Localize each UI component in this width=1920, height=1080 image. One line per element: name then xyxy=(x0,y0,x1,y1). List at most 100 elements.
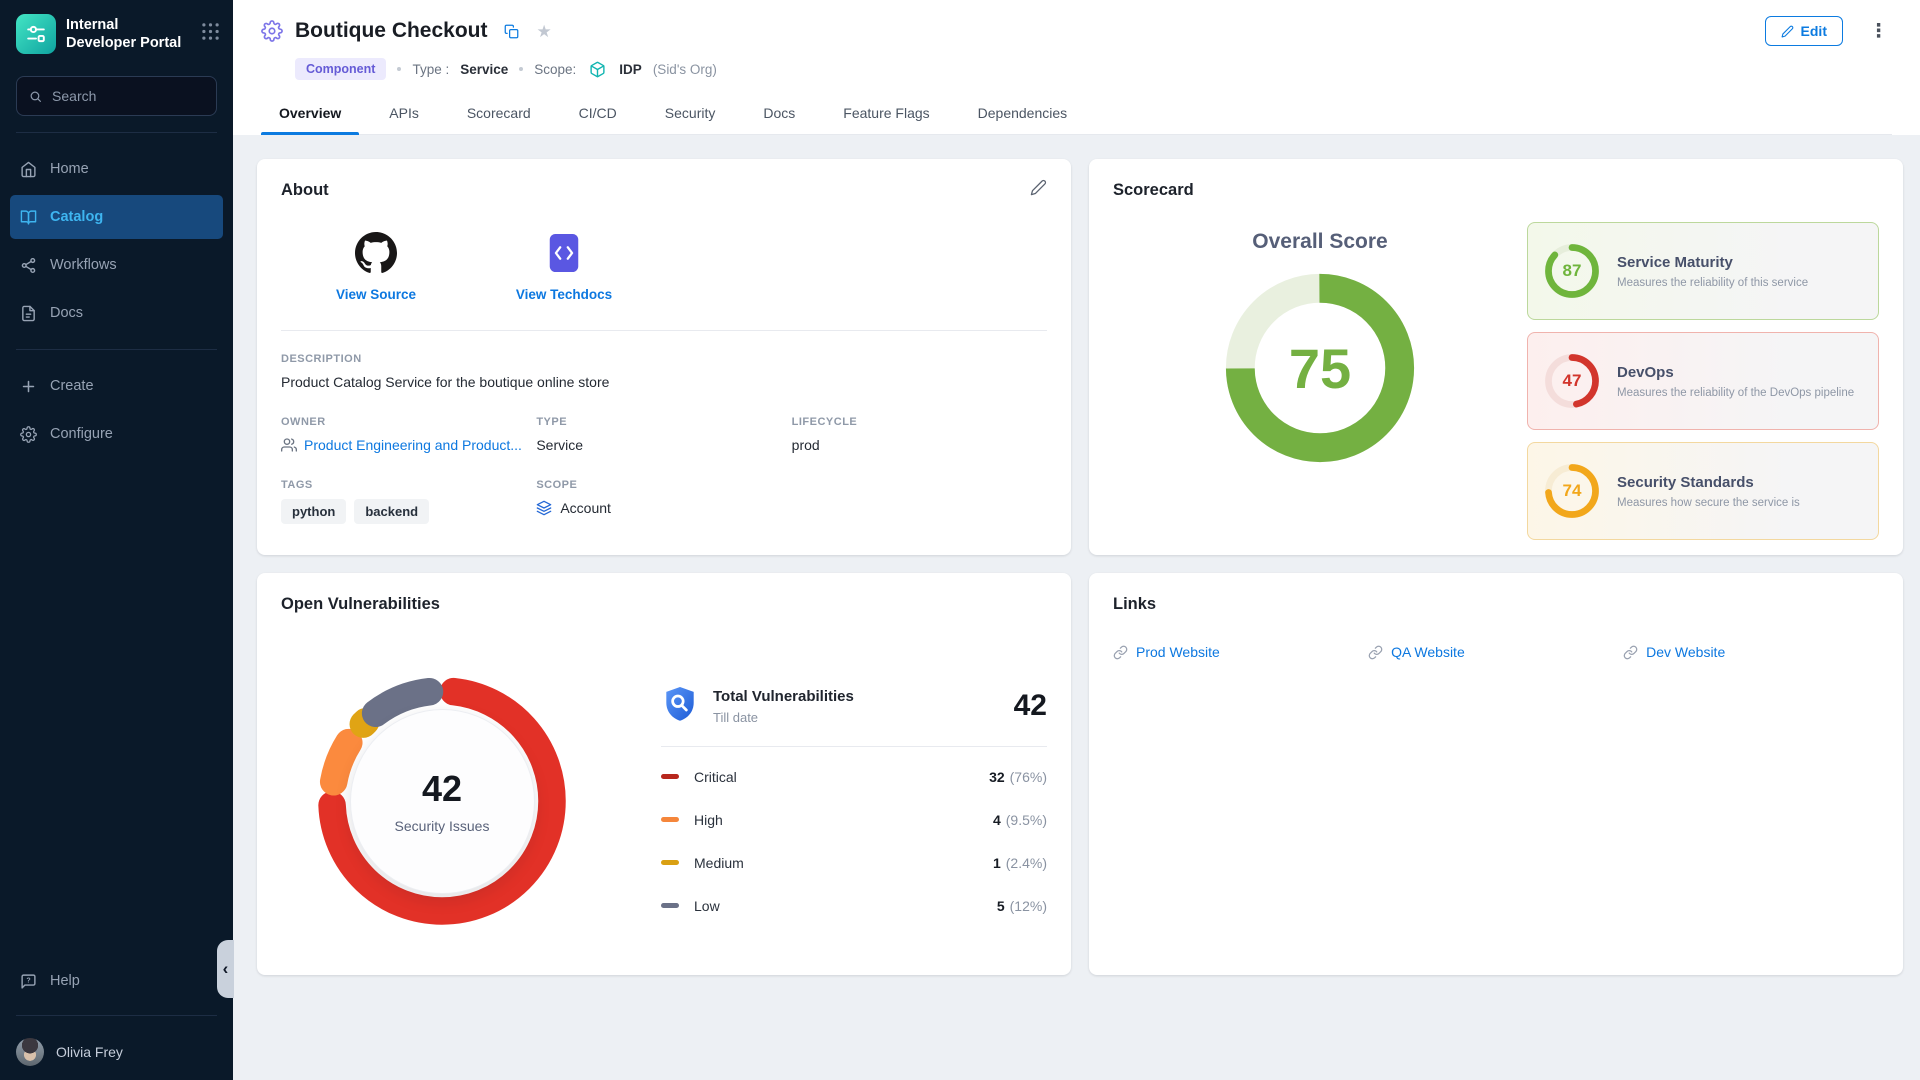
tab-bar: Overview APIs Scorecard CI/CD Security D… xyxy=(261,94,1892,135)
description-label: DESCRIPTION xyxy=(281,353,1047,365)
tab-cicd[interactable]: CI/CD xyxy=(561,94,635,134)
scorecard-item-devops[interactable]: 47 DevOps Measures the reliability of th… xyxy=(1527,332,1879,430)
scorecard-title: Scorecard xyxy=(1113,181,1879,200)
kebab-menu-icon[interactable]: ⋮ xyxy=(1865,20,1892,43)
gear-icon xyxy=(20,426,37,443)
link-icon xyxy=(1113,645,1128,660)
sidebar-item-help[interactable]: ? Help xyxy=(10,959,223,1003)
sidebar: Internal Developer Portal Home Catalog xyxy=(0,0,233,1080)
tab-docs[interactable]: Docs xyxy=(745,94,813,134)
techdocs-icon xyxy=(545,232,583,274)
divider xyxy=(16,132,217,133)
sidebar-item-workflows[interactable]: Workflows xyxy=(10,243,223,287)
svg-text:?: ? xyxy=(26,976,30,984)
edit-button[interactable]: Edit xyxy=(1765,16,1843,46)
vulnerabilities-card: Open Vulnerabilities 42 Security Issues xyxy=(257,573,1071,975)
total-vulnerabilities-period: Till date xyxy=(713,710,854,725)
mini-donut: 87 xyxy=(1544,243,1600,299)
mini-donut: 74 xyxy=(1544,463,1600,519)
sidebar-collapse-handle[interactable]: ‹ xyxy=(217,940,234,998)
sidebar-item-label: Catalog xyxy=(50,209,103,225)
scope-value[interactable]: IDP xyxy=(619,62,642,77)
entity-meta: Component Type : Service Scope: IDP (Sid… xyxy=(295,58,1892,80)
avatar xyxy=(16,1038,44,1066)
layers-icon xyxy=(536,500,552,516)
user-menu[interactable]: Olivia Frey xyxy=(0,1028,233,1066)
sidebar-item-label: Workflows xyxy=(50,257,117,273)
vulnerabilities-legend: Critical 32 (76%) High 4 (9.5%) Me xyxy=(661,755,1047,927)
about-card: About View Source xyxy=(257,159,1071,555)
tab-feature-flags[interactable]: Feature Flags xyxy=(825,94,947,134)
page-title: Boutique Checkout xyxy=(295,19,488,43)
search-box[interactable] xyxy=(16,76,217,116)
search-input[interactable] xyxy=(52,88,204,104)
chevron-left-icon: ‹ xyxy=(223,959,229,979)
security-issues-label: Security Issues xyxy=(395,818,490,834)
dot-separator xyxy=(397,67,401,71)
cube-icon xyxy=(589,61,606,78)
mini-score-desc: Measures how secure the service is xyxy=(1617,497,1800,509)
mini-score-name: Security Standards xyxy=(1617,474,1800,491)
link-dev-website[interactable]: Dev Website xyxy=(1623,644,1878,660)
link-icon xyxy=(1623,645,1638,660)
sidebar-item-create[interactable]: Create xyxy=(10,364,223,408)
view-source-link[interactable]: View Source xyxy=(311,232,441,302)
sidebar-item-label: Create xyxy=(50,378,94,394)
about-title: About xyxy=(281,181,1047,200)
legend-dash xyxy=(661,860,679,865)
sidebar-item-docs[interactable]: Docs xyxy=(10,291,223,335)
sidebar-item-home[interactable]: Home xyxy=(10,147,223,191)
component-gear-icon xyxy=(261,20,283,42)
tab-apis[interactable]: APIs xyxy=(371,94,437,134)
vulnerabilities-donut: 42 Security Issues xyxy=(317,676,567,926)
mini-score-value: 47 xyxy=(1563,371,1582,391)
legend-row-medium: Medium 1 (2.4%) xyxy=(661,841,1047,884)
main-content: Boutique Checkout ★ Edit ⋮ Component xyxy=(233,0,1920,1080)
divider xyxy=(661,746,1047,747)
home-icon xyxy=(20,161,37,178)
link-qa-website[interactable]: QA Website xyxy=(1368,644,1623,660)
sidebar-item-configure[interactable]: Configure xyxy=(10,412,223,456)
copy-icon[interactable] xyxy=(504,24,519,39)
mini-score-name: Service Maturity xyxy=(1617,254,1808,271)
legend-row-low: Low 5 (12%) xyxy=(661,884,1047,927)
github-icon xyxy=(355,232,397,274)
sidebar-item-label: Help xyxy=(50,973,80,989)
sidebar-item-label: Docs xyxy=(50,305,83,321)
pencil-icon xyxy=(1781,25,1794,38)
tab-dependencies[interactable]: Dependencies xyxy=(960,94,1086,134)
tab-scorecard[interactable]: Scorecard xyxy=(449,94,549,134)
users-icon xyxy=(281,437,297,453)
legend-dash xyxy=(661,774,679,779)
tag-chip[interactable]: python xyxy=(281,499,346,524)
plus-icon xyxy=(20,378,37,395)
apps-grid-icon[interactable] xyxy=(202,23,219,45)
about-edit-icon[interactable] xyxy=(1030,179,1047,201)
type-value: Service xyxy=(460,62,508,77)
lifecycle-field: LIFECYCLE prod xyxy=(792,416,1047,453)
legend-row-critical: Critical 32 (76%) xyxy=(661,755,1047,798)
description-value: Product Catalog Service for the boutique… xyxy=(281,374,1047,390)
owner-link[interactable]: Product Engineering and Product... xyxy=(304,437,522,453)
mini-donut: 47 xyxy=(1544,353,1600,409)
scorecard-item-service-maturity[interactable]: 87 Service Maturity Measures the reliabi… xyxy=(1527,222,1879,320)
mini-score-value: 74 xyxy=(1563,481,1582,501)
idp-logo xyxy=(16,14,56,54)
view-techdocs-link[interactable]: View Techdocs xyxy=(499,232,629,302)
total-vulnerabilities-value: 42 xyxy=(1014,689,1047,723)
sidebar-item-catalog[interactable]: Catalog xyxy=(10,195,223,239)
mini-score-desc: Measures the reliability of this service xyxy=(1617,277,1808,289)
dot-separator xyxy=(519,67,523,71)
star-icon[interactable]: ★ xyxy=(537,23,552,40)
links-card: Links Prod Website QA Website xyxy=(1089,573,1903,975)
scorecard-item-security-standards[interactable]: 74 Security Standards Measures how secur… xyxy=(1527,442,1879,540)
idp-logo-glyph xyxy=(23,21,49,47)
link-prod-website[interactable]: Prod Website xyxy=(1113,644,1368,660)
legend-row-high: High 4 (9.5%) xyxy=(661,798,1047,841)
tab-overview[interactable]: Overview xyxy=(261,94,359,134)
legend-dash xyxy=(661,817,679,822)
tag-chip[interactable]: backend xyxy=(354,499,429,524)
link-icon xyxy=(1368,645,1383,660)
type-label: Type : xyxy=(412,62,449,77)
tab-security[interactable]: Security xyxy=(647,94,734,134)
